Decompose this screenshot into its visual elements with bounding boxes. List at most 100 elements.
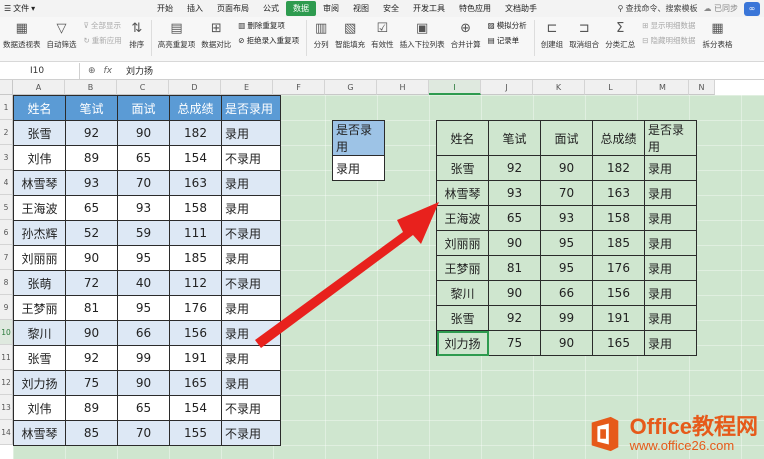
header-cell[interactable]: 面试 bbox=[540, 120, 593, 156]
reject-duplicates-button[interactable]: ⊘ 拒绝录入重复项 bbox=[238, 35, 299, 46]
table-cell[interactable]: 王海波 bbox=[13, 195, 66, 221]
table-cell[interactable]: 75 bbox=[65, 370, 118, 396]
table-cell[interactable]: 185 bbox=[592, 230, 645, 256]
row-header[interactable]: 6 bbox=[0, 220, 13, 245]
table-cell[interactable]: 93 bbox=[117, 195, 170, 221]
column-header[interactable]: E bbox=[221, 80, 273, 95]
table-cell[interactable]: 156 bbox=[592, 280, 645, 306]
select-all-corner[interactable] bbox=[0, 80, 13, 95]
menu-tab[interactable]: 数据 bbox=[286, 1, 316, 16]
highlight-duplicates-button[interactable]: ▤ 高亮重复项 bbox=[155, 20, 199, 50]
table-cell[interactable]: 90 bbox=[540, 330, 593, 356]
table-cell[interactable]: 72 bbox=[65, 270, 118, 296]
table-cell[interactable]: 182 bbox=[169, 120, 222, 146]
row-header[interactable]: 9 bbox=[0, 295, 13, 320]
table-cell[interactable]: 93 bbox=[65, 170, 118, 196]
create-group-button[interactable]: ⊏ 创建组 bbox=[538, 20, 567, 50]
row-header[interactable]: 5 bbox=[0, 195, 13, 220]
header-cell[interactable]: 姓名 bbox=[13, 95, 66, 121]
menu-tab[interactable]: 审阅 bbox=[316, 1, 346, 16]
table-cell[interactable]: 90 bbox=[540, 155, 593, 181]
header-cell[interactable]: 姓名 bbox=[436, 120, 489, 156]
table-cell[interactable]: 66 bbox=[540, 280, 593, 306]
validity-button[interactable]: ☑ 有效性 bbox=[368, 20, 397, 50]
show-detail-button[interactable]: ⊞ 显示明细数据 bbox=[642, 20, 695, 31]
row-header[interactable]: 4 bbox=[0, 170, 13, 195]
ungroup-button[interactable]: ⊐ 取消组合 bbox=[566, 20, 602, 50]
table-cell[interactable]: 70 bbox=[540, 180, 593, 206]
table-cell[interactable]: 176 bbox=[592, 255, 645, 281]
split-table-button[interactable]: ▦ 拆分表格 bbox=[699, 20, 735, 50]
table-cell[interactable]: 93 bbox=[488, 180, 541, 206]
column-header[interactable]: I bbox=[429, 80, 481, 95]
criteria-header-cell[interactable]: 是否录用 bbox=[332, 120, 385, 156]
table-cell[interactable]: 录用 bbox=[221, 370, 281, 396]
table-cell[interactable]: 张雪 bbox=[13, 120, 66, 146]
table-cell[interactable]: 182 bbox=[592, 155, 645, 181]
header-cell[interactable]: 总成绩 bbox=[169, 95, 222, 121]
table-cell[interactable]: 张萌 bbox=[13, 270, 66, 296]
table-cell[interactable]: 154 bbox=[169, 145, 222, 171]
smart-fill-button[interactable]: ▧ 智能填充 bbox=[332, 20, 368, 50]
column-header[interactable]: A bbox=[13, 80, 65, 95]
column-header[interactable]: D bbox=[169, 80, 221, 95]
table-cell[interactable]: 录用 bbox=[644, 305, 697, 331]
table-cell[interactable]: 163 bbox=[592, 180, 645, 206]
row-header[interactable]: 1 bbox=[0, 95, 13, 120]
menu-tab[interactable]: 特色应用 bbox=[452, 1, 498, 16]
zoom-icon[interactable]: ⊕ bbox=[88, 66, 96, 76]
table-cell[interactable]: 95 bbox=[117, 245, 170, 271]
reapply-button[interactable]: ↻ 重新应用 bbox=[84, 35, 122, 46]
menu-tab[interactable]: 视图 bbox=[346, 1, 376, 16]
table-cell[interactable]: 89 bbox=[65, 145, 118, 171]
row-header[interactable]: 11 bbox=[0, 345, 13, 370]
table-cell[interactable]: 185 bbox=[169, 245, 222, 271]
table-cell[interactable]: 154 bbox=[169, 395, 222, 421]
table-cell[interactable]: 66 bbox=[117, 320, 170, 346]
table-cell[interactable]: 录用 bbox=[644, 330, 697, 356]
table-cell[interactable]: 65 bbox=[117, 395, 170, 421]
header-cell[interactable]: 面试 bbox=[117, 95, 170, 121]
column-header[interactable]: B bbox=[65, 80, 117, 95]
table-cell[interactable]: 99 bbox=[540, 305, 593, 331]
fx-icon[interactable]: fx bbox=[104, 66, 113, 76]
table-cell[interactable]: 158 bbox=[169, 195, 222, 221]
table-cell[interactable]: 158 bbox=[592, 205, 645, 231]
table-cell[interactable]: 录用 bbox=[644, 230, 697, 256]
table-cell[interactable]: 165 bbox=[592, 330, 645, 356]
remove-duplicates-button[interactable]: ▥ 删除重复项 bbox=[238, 20, 299, 31]
table-cell[interactable]: 81 bbox=[488, 255, 541, 281]
header-cell[interactable]: 笔试 bbox=[488, 120, 541, 156]
autofilter-button[interactable]: ▽ 自动筛选 bbox=[44, 20, 80, 50]
column-header[interactable]: L bbox=[585, 80, 637, 95]
table-cell[interactable]: 刘力扬 bbox=[13, 370, 66, 396]
table-cell[interactable]: 176 bbox=[169, 295, 222, 321]
table-cell[interactable]: 录用 bbox=[644, 155, 697, 181]
show-all-button[interactable]: ⊽ 全部显示 bbox=[84, 20, 122, 31]
name-box[interactable]: I10 bbox=[0, 62, 80, 79]
table-cell[interactable]: 40 bbox=[117, 270, 170, 296]
table-cell[interactable]: 92 bbox=[488, 305, 541, 331]
table-cell[interactable]: 录用 bbox=[221, 120, 281, 146]
row-header[interactable]: 8 bbox=[0, 270, 13, 295]
table-cell[interactable]: 85 bbox=[65, 420, 118, 446]
table-cell[interactable]: 90 bbox=[117, 370, 170, 396]
column-header[interactable]: M bbox=[637, 80, 689, 95]
table-cell[interactable]: 191 bbox=[592, 305, 645, 331]
column-header[interactable]: K bbox=[533, 80, 585, 95]
header-cell[interactable]: 是否录用 bbox=[644, 120, 697, 156]
worksheet[interactable]: 姓名 笔试 面试 总成绩 是否录用 张雪 92 90 182 录用 刘伟 89 65 154 不录用 林雪琴 9… bbox=[13, 95, 764, 459]
table-cell[interactable]: 59 bbox=[117, 220, 170, 246]
table-cell[interactable]: 70 bbox=[117, 420, 170, 446]
menu-tab[interactable]: 开发工具 bbox=[406, 1, 452, 16]
table-cell[interactable]: 163 bbox=[169, 170, 222, 196]
record-form-button[interactable]: ▤ 记录单 bbox=[488, 35, 527, 46]
table-cell[interactable]: 刘丽丽 bbox=[13, 245, 66, 271]
row-header[interactable]: 3 bbox=[0, 145, 13, 170]
header-cell[interactable]: 是否录用 bbox=[221, 95, 281, 121]
row-header[interactable]: 13 bbox=[0, 395, 13, 420]
column-header[interactable]: J bbox=[481, 80, 533, 95]
sort-button[interactable]: ⇅ 排序 bbox=[126, 20, 148, 50]
table-cell[interactable]: 65 bbox=[117, 145, 170, 171]
row-header[interactable]: 12 bbox=[0, 370, 13, 395]
